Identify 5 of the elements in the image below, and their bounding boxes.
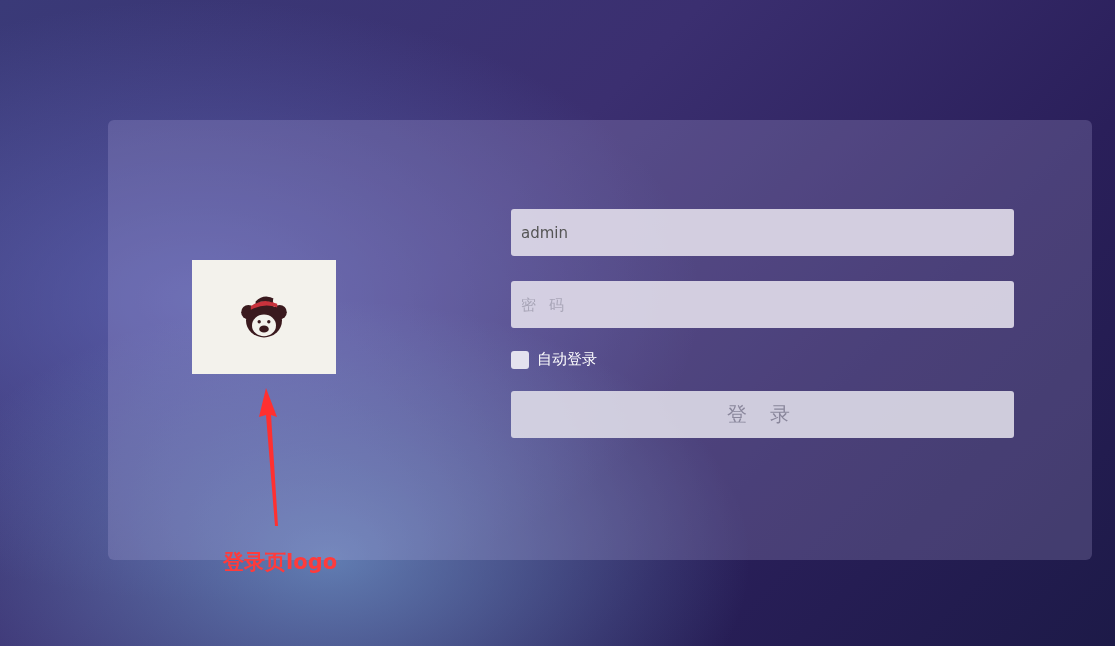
bear-logo-icon [240,294,288,340]
annotation-text: 登录页logo [223,549,338,576]
remember-label: 自动登录 [537,350,597,369]
remember-checkbox[interactable] [511,350,529,369]
username-field[interactable]: admin [511,209,1014,256]
